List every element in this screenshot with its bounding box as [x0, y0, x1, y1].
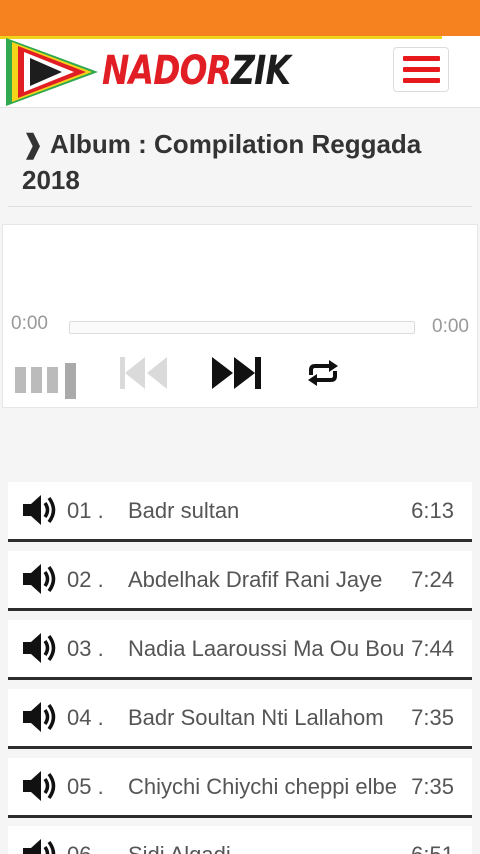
speaker-icon	[23, 564, 56, 594]
track-duration: 6:13	[411, 498, 454, 524]
track-duration: 7:35	[411, 774, 454, 800]
track-row[interactable]: 05 . Chiychi Chiychi cheppi elbe 7:35	[8, 758, 472, 818]
track-duration: 7:44	[411, 636, 454, 662]
current-time: 0:00	[11, 313, 48, 334]
skip-previous-icon[interactable]	[117, 355, 169, 391]
speaker-icon	[23, 495, 56, 525]
track-title: Sidi Algadi	[128, 842, 406, 854]
brand-logo-text[interactable]: NADORZIK	[102, 48, 291, 94]
brand-text-accent: ZIK	[231, 48, 291, 94]
total-time: 0:00	[432, 316, 469, 337]
speaker-icon	[23, 839, 56, 854]
hamburger-icon	[403, 56, 440, 61]
album-title: ❱ Album : Compilation Reggada 2018	[22, 129, 422, 195]
track-number: 03 .	[67, 636, 104, 661]
hamburger-icon-bar	[403, 78, 440, 83]
audio-player: 0:00 0:00	[2, 224, 478, 408]
track-duration: 7:35	[411, 705, 454, 731]
speaker-icon	[23, 633, 56, 663]
track-row[interactable]: 03 . Nadia Laaroussi Ma Ou Bou 7:44	[8, 620, 472, 680]
track-row[interactable]: 02 . Abdelhak Drafif Rani Jaye 7:24	[8, 551, 472, 611]
menu-button[interactable]	[393, 47, 449, 92]
brand-text-main: NADOR	[102, 48, 232, 94]
track-title: Abdelhak Drafif Rani Jaye	[128, 567, 383, 592]
track-number: 01 .	[67, 498, 104, 523]
skip-next-icon[interactable]	[209, 355, 263, 391]
track-duration: 6:51	[411, 842, 454, 854]
track-row[interactable]: 01 . Badr sultan 6:13	[8, 482, 472, 542]
repeat-icon[interactable]	[305, 358, 341, 388]
speaker-icon	[23, 771, 56, 801]
hamburger-icon-bar	[403, 67, 440, 72]
site-header: NADORZIK	[0, 36, 480, 108]
play-logo-icon[interactable]	[2, 38, 98, 106]
track-title: Chiychi Chiychi cheppi elbe	[128, 774, 398, 799]
track-number: 06 .	[67, 842, 104, 854]
speaker-icon	[23, 702, 56, 732]
track-title: Badr sultan	[128, 498, 240, 523]
track-number: 02 .	[67, 567, 104, 592]
divider	[8, 206, 472, 207]
track-title: Badr Soultan Nti Lallahom	[128, 705, 384, 730]
volume-bars-icon[interactable]	[12, 360, 78, 400]
status-bar	[0, 0, 480, 36]
track-number: 04 .	[67, 705, 104, 730]
track-duration: 7:24	[411, 567, 454, 593]
track-row[interactable]: 06 . Sidi Algadi 6:51	[8, 826, 472, 854]
track-title: Nadia Laaroussi Ma Ou Bou	[128, 636, 405, 661]
progress-bar[interactable]	[69, 321, 415, 334]
track-row[interactable]: 04 . Badr Soultan Nti Lallahom 7:35	[8, 689, 472, 749]
track-number: 05 .	[67, 774, 104, 799]
